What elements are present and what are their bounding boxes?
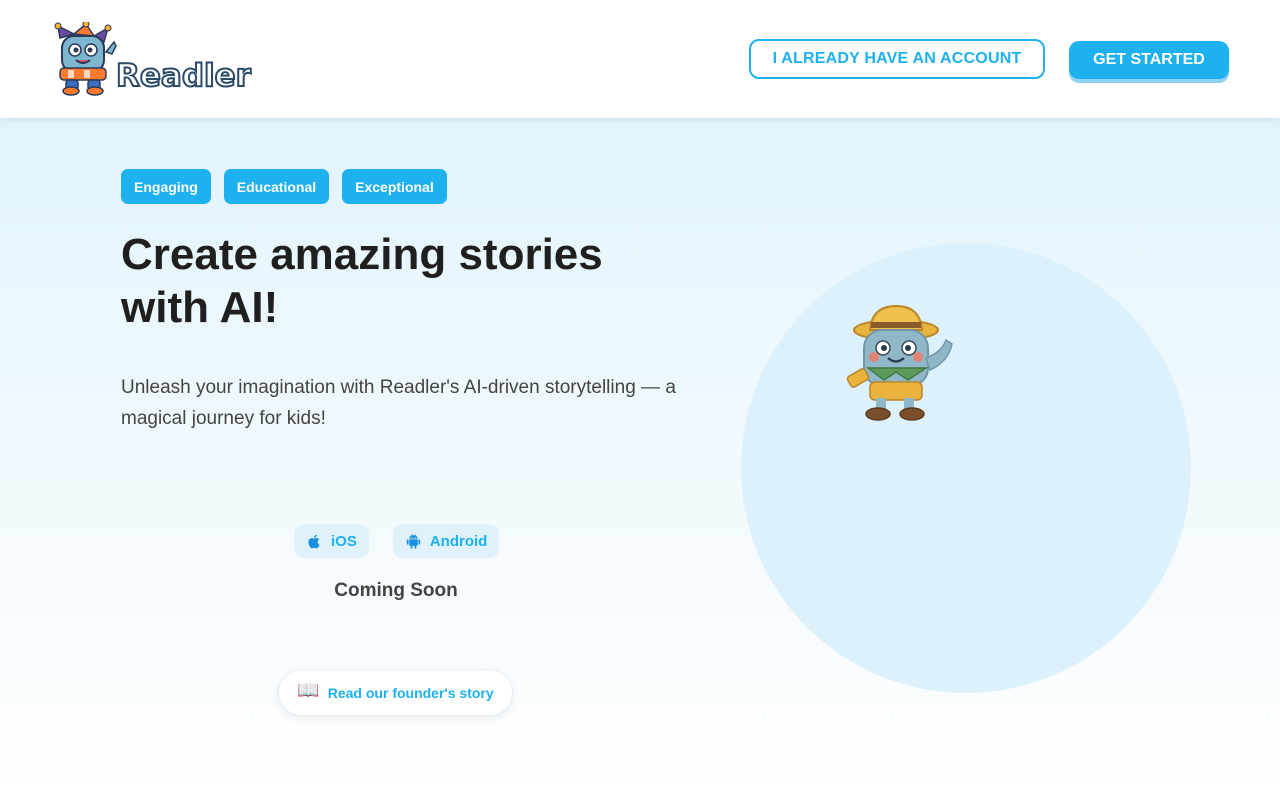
android-label: Android <box>429 532 488 550</box>
get-started-button[interactable]: GET STARTED <box>1069 41 1229 79</box>
already-have-account-button[interactable]: I ALREADY HAVE AN ACCOUNT <box>749 39 1045 79</box>
book-icon: 📖 <box>297 680 320 700</box>
readler-logo[interactable]: Readler <box>50 22 252 98</box>
feature-tags: Engaging Educational Exceptional <box>121 169 447 204</box>
ios-badge[interactable]: iOS <box>294 524 369 558</box>
site-header: Readler I ALREADY HAVE AN ACCOUNT GET ST… <box>0 0 1280 118</box>
explorer-mascot-icon <box>846 304 953 421</box>
android-icon <box>406 533 421 549</box>
tag-exceptional: Exceptional <box>342 169 447 204</box>
hero-headline: Create amazing stories with AI! <box>121 230 603 332</box>
founder-story-button[interactable]: 📖 Read our founder's story <box>278 669 513 716</box>
founder-story-label: Read our founder's story <box>327 684 494 701</box>
app-store-badges: iOS Android <box>294 524 500 558</box>
tag-engaging: Engaging <box>121 169 211 204</box>
tag-educational: Educational <box>223 169 330 204</box>
coming-soon-label: Coming Soon <box>334 580 458 601</box>
ios-label: iOS <box>331 532 357 550</box>
jester-mascot-icon <box>54 22 117 96</box>
hero-illustration-circle <box>741 243 1191 693</box>
brand-name: Readler <box>115 57 252 95</box>
apple-icon <box>308 534 320 548</box>
hero-subtext: Unleash your imagination with Readler's … <box>121 377 676 429</box>
android-badge[interactable]: Android <box>392 524 500 558</box>
